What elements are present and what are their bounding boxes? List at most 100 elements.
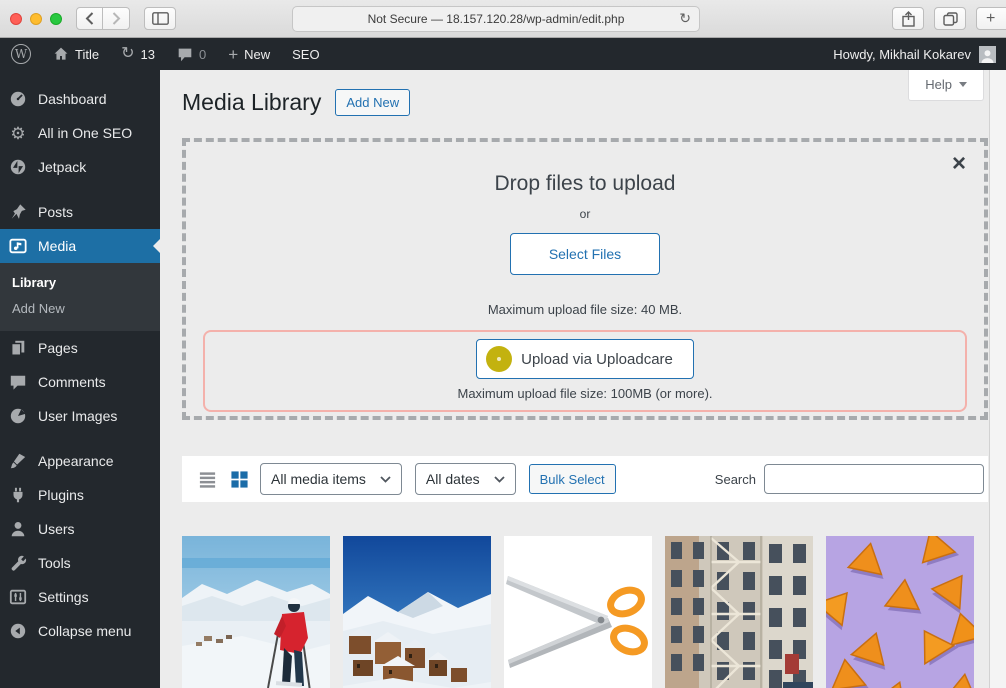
help-button[interactable]: Help — [908, 70, 984, 101]
sidebar-toggle-button[interactable] — [144, 7, 176, 30]
sidebar-item-appearance[interactable]: Appearance — [0, 444, 160, 478]
new-label: New — [244, 47, 270, 62]
main-content: Help Media Library Add New × Drop files … — [160, 70, 1006, 688]
new-content-menu[interactable]: + New — [217, 38, 281, 70]
close-icon[interactable]: × — [952, 152, 966, 176]
pie-chart-icon — [8, 406, 28, 426]
grid-view-icon — [230, 470, 249, 489]
plug-icon — [8, 485, 28, 505]
help-label: Help — [925, 77, 952, 92]
submenu-item-library[interactable]: Library — [0, 269, 160, 295]
chevron-down-icon — [494, 476, 505, 483]
media-type-filter[interactable]: All media items — [260, 463, 402, 495]
seo-menu[interactable]: SEO — [281, 38, 330, 70]
upload-dropzone[interactable]: × Drop files to upload or Select Files M… — [182, 138, 988, 420]
back-button[interactable] — [76, 7, 103, 30]
date-filter[interactable]: All dates — [415, 463, 516, 495]
media-thumbnail-building[interactable] — [665, 536, 813, 688]
share-button[interactable] — [892, 7, 924, 30]
pushpin-icon — [8, 202, 28, 222]
sidebar-item-user-images[interactable]: User Images — [0, 399, 160, 433]
submenu-item-add-new[interactable]: Add New — [0, 295, 160, 321]
reload-icon[interactable]: ↻ — [679, 10, 691, 27]
chevron-down-icon — [380, 476, 391, 483]
paintbrush-icon — [8, 451, 28, 471]
media-thumbnail-scissors[interactable] — [504, 536, 652, 688]
updates-icon: ↻ — [121, 46, 134, 62]
sidebar-item-users[interactable]: Users — [0, 512, 160, 546]
or-text: or — [186, 207, 984, 221]
forward-button[interactable] — [103, 7, 130, 30]
comments-menu[interactable]: 0 — [166, 38, 217, 70]
wp-logo-menu[interactable]: W — [0, 38, 42, 70]
window-controls — [10, 13, 62, 25]
site-name-label: Title — [75, 47, 99, 62]
share-icon — [902, 11, 915, 27]
date-filter-value: All dates — [426, 471, 480, 487]
browser-window: Not Secure — 18.157.120.28/wp-admin/edit… — [0, 0, 1006, 688]
sidebar-item-comments[interactable]: Comments — [0, 365, 160, 399]
pages-icon — [8, 338, 28, 358]
sidebar-item-label: Comments — [38, 374, 106, 390]
seo-label: SEO — [292, 47, 319, 62]
list-view-icon — [198, 470, 217, 489]
sidebar-item-jetpack[interactable]: Jetpack — [0, 150, 160, 184]
sidebar-item-label: Appearance — [38, 453, 114, 469]
scrollbar[interactable] — [989, 70, 1006, 688]
close-window-button[interactable] — [10, 13, 22, 25]
media-grid — [182, 536, 988, 688]
wp-admin-bar: W Title ↻ 13 0 + New SEO Howdy, Mikhail … — [0, 38, 1006, 70]
sidebar-item-label: All in One SEO — [38, 125, 132, 141]
avatar[interactable] — [979, 46, 996, 63]
sidebar-item-settings[interactable]: Settings — [0, 580, 160, 614]
minimize-window-button[interactable] — [30, 13, 42, 25]
sidebar-item-pages[interactable]: Pages — [0, 331, 160, 365]
sidebar-item-label: Settings — [38, 589, 89, 605]
media-thumbnail-chips[interactable] — [826, 536, 974, 688]
chevron-right-icon — [111, 12, 121, 25]
plus-icon: + — [228, 46, 238, 63]
tabs-overview-button[interactable] — [934, 7, 966, 30]
search-label: Search — [715, 472, 756, 487]
new-tab-button[interactable]: + — [976, 7, 1006, 30]
site-name-menu[interactable]: Title — [42, 38, 110, 70]
sidebar-item-label: User Images — [38, 408, 117, 424]
updates-menu[interactable]: ↻ 13 — [110, 38, 166, 70]
media-type-filter-value: All media items — [271, 471, 366, 487]
list-view-button[interactable] — [196, 468, 219, 491]
comment-bubble-icon — [8, 372, 28, 392]
sidebar-item-collapse-menu[interactable]: Collapse menu — [0, 614, 160, 648]
sidebar-item-label: Users — [38, 521, 75, 537]
search-input[interactable] — [764, 464, 984, 494]
howdy-greeting[interactable]: Howdy, Mikhail Kokarev — [833, 47, 971, 62]
media-icon — [8, 236, 28, 256]
zoom-window-button[interactable] — [50, 13, 62, 25]
grid-view-button[interactable] — [228, 468, 251, 491]
uploadcare-logo-icon — [486, 346, 512, 372]
user-icon — [8, 519, 28, 539]
add-new-button[interactable]: Add New — [335, 89, 410, 116]
sidebar-icon — [152, 12, 169, 25]
uploadcare-upload-button[interactable]: Upload via Uploadcare — [476, 339, 694, 379]
sidebar-item-plugins[interactable]: Plugins — [0, 478, 160, 512]
media-thumbnail-snow-village[interactable] — [343, 536, 491, 688]
sidebar-item-tools[interactable]: Tools — [0, 546, 160, 580]
sidebar-item-label: Collapse menu — [38, 623, 131, 639]
media-thumbnail-skier[interactable] — [182, 536, 330, 688]
tabs-icon — [943, 12, 958, 26]
collapse-arrow-icon — [8, 621, 28, 641]
address-bar[interactable]: Not Secure — 18.157.120.28/wp-admin/edit… — [292, 6, 700, 32]
sidebar-item-media[interactable]: Media — [0, 229, 160, 263]
sidebar-item-all-in-one-seo[interactable]: ⚙ All in One SEO — [0, 116, 160, 150]
url-text: Not Secure — 18.157.120.28/wp-admin/edit… — [368, 12, 625, 26]
bulk-select-button[interactable]: Bulk Select — [529, 464, 616, 494]
jetpack-icon — [8, 157, 28, 177]
media-submenu: Library Add New — [0, 263, 160, 331]
updates-count: 13 — [140, 47, 154, 62]
admin-sidebar: Dashboard ⚙ All in One SEO Jetpack Posts — [0, 70, 160, 688]
media-toolbar: All media items All dates Bulk Select Se… — [182, 456, 988, 502]
sidebar-item-label: Jetpack — [38, 159, 86, 175]
sidebar-item-posts[interactable]: Posts — [0, 195, 160, 229]
select-files-button[interactable]: Select Files — [510, 233, 660, 275]
sidebar-item-dashboard[interactable]: Dashboard — [0, 82, 160, 116]
